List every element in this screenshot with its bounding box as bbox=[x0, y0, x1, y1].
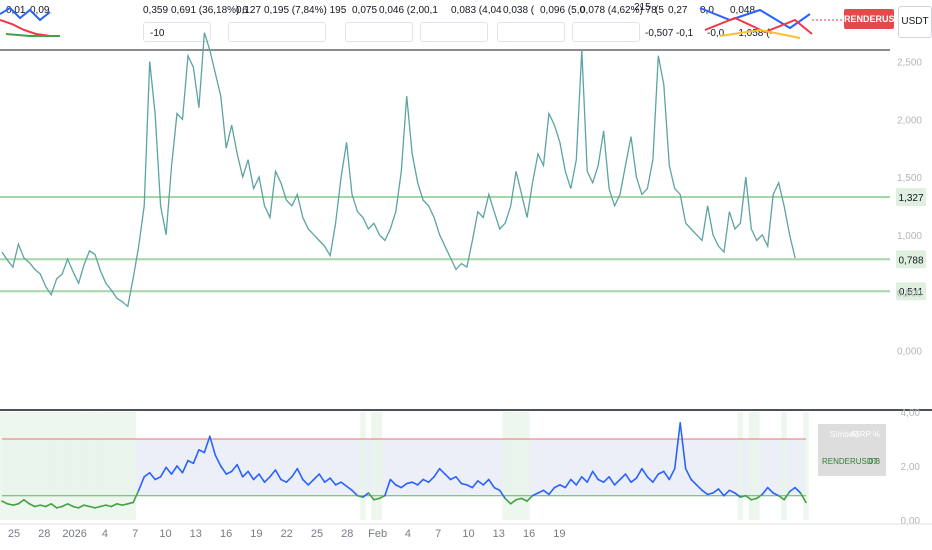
time-axis-tick: 4 bbox=[405, 528, 411, 540]
time-axis-tick: 28 bbox=[38, 528, 50, 540]
time-axis-tick: 2026 bbox=[62, 528, 86, 540]
low-volatility-shading bbox=[43, 412, 49, 520]
low-volatility-shading bbox=[119, 412, 126, 520]
low-volatility-shading bbox=[10, 412, 16, 520]
low-volatility-shading bbox=[53, 412, 60, 520]
low-volatility-shading bbox=[37, 412, 44, 520]
low-volatility-shading bbox=[0, 412, 5, 520]
atr-axis-tick: 0,00 bbox=[901, 516, 921, 527]
price-axis-tick: 0,500 bbox=[897, 289, 922, 300]
low-volatility-shading bbox=[524, 412, 530, 520]
time-axis-tick: 4 bbox=[102, 528, 108, 540]
atrp-table-value: 0.8 bbox=[869, 457, 881, 466]
time-axis-tick: 10 bbox=[159, 528, 171, 540]
low-volatility-shading bbox=[502, 412, 508, 520]
low-volatility-shading bbox=[103, 412, 109, 520]
atr-axis-tick: 4,00 bbox=[901, 408, 921, 419]
low-volatility-shading bbox=[360, 412, 366, 520]
price-axis-tick: 0,000 bbox=[897, 346, 922, 357]
low-volatility-shading bbox=[97, 412, 104, 520]
low-volatility-shading bbox=[32, 412, 38, 520]
time-axis-tick: 22 bbox=[281, 528, 293, 540]
time-axis-tick: 13 bbox=[493, 528, 505, 540]
time-axis-tick: 28 bbox=[341, 528, 353, 540]
time-axis-tick: 25 bbox=[8, 528, 20, 540]
price-axis-tick: 1,000 bbox=[897, 231, 922, 242]
low-volatility-shading bbox=[781, 412, 787, 520]
time-axis-tick: 7 bbox=[132, 528, 138, 540]
time-axis-tick: 19 bbox=[553, 528, 565, 540]
price-axis-tick: 2,000 bbox=[897, 115, 922, 126]
time-axis-tick: 16 bbox=[220, 528, 232, 540]
low-volatility-shading bbox=[81, 412, 87, 520]
atr-axis-tick: 2,00 bbox=[901, 462, 921, 473]
time-axis-tick: 16 bbox=[523, 528, 535, 540]
low-volatility-shading bbox=[86, 412, 93, 520]
low-volatility-shading bbox=[70, 412, 76, 520]
low-volatility-shading bbox=[748, 412, 755, 520]
low-volatility-shading bbox=[518, 412, 525, 520]
price-axis-tick: 1,500 bbox=[897, 173, 922, 184]
low-volatility-shading bbox=[376, 412, 383, 520]
time-axis-tick: Feb bbox=[368, 528, 387, 540]
level-label: 0,788 bbox=[898, 255, 923, 266]
time-axis-tick: 7 bbox=[435, 528, 441, 540]
low-volatility-shading bbox=[59, 412, 65, 520]
low-volatility-shading bbox=[75, 412, 82, 520]
low-volatility-shading bbox=[737, 412, 744, 520]
time-axis-tick: 10 bbox=[462, 528, 474, 540]
time-axis-tick: 13 bbox=[190, 528, 202, 540]
low-volatility-shading bbox=[371, 412, 377, 520]
low-volatility-shading bbox=[130, 412, 136, 520]
level-label: 1,327 bbox=[898, 193, 923, 204]
chart: 1,3270,7880,5112,5002,0001,5001,0000,500… bbox=[0, 32, 932, 540]
low-volatility-shading bbox=[92, 412, 98, 520]
time-axis-tick: 25 bbox=[311, 528, 323, 540]
atrp-table-header: ATRP % bbox=[850, 430, 880, 439]
low-volatility-shading bbox=[108, 412, 115, 520]
low-volatility-shading bbox=[21, 412, 27, 520]
price-axis-tick: 2,500 bbox=[897, 58, 922, 69]
low-volatility-shading bbox=[803, 412, 809, 520]
low-volatility-shading bbox=[513, 412, 519, 520]
time-axis-tick: 19 bbox=[250, 528, 262, 540]
low-volatility-shading bbox=[754, 412, 760, 520]
price-series-line bbox=[1, 32, 796, 308]
